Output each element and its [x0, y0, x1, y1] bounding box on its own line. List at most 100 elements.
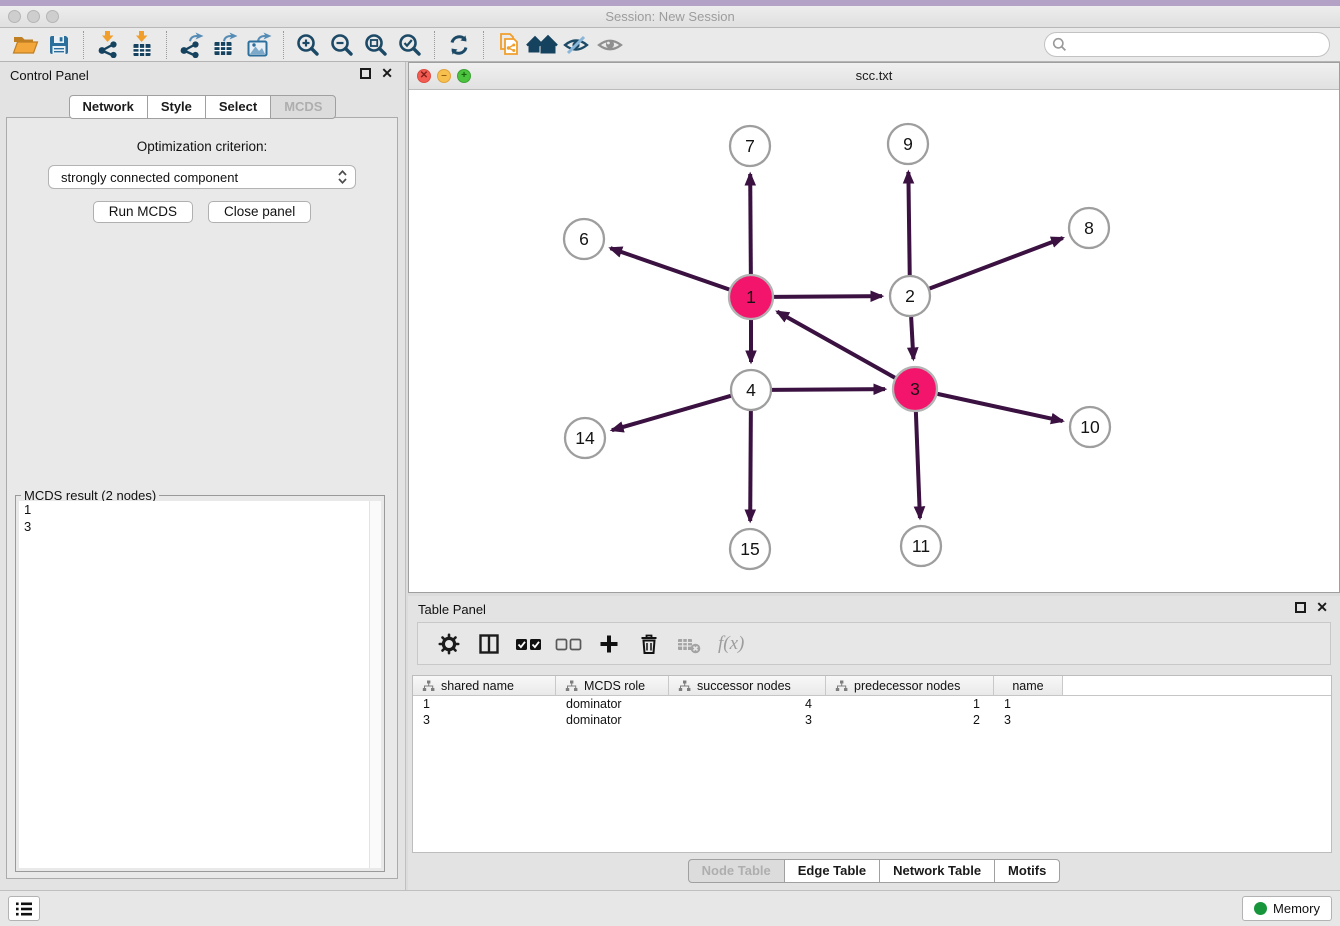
tab-select[interactable]: Select — [205, 95, 271, 119]
column-header-name[interactable]: name — [994, 676, 1063, 695]
tab-mcds[interactable]: MCDS — [270, 95, 336, 119]
add-row-icon[interactable] — [594, 629, 624, 659]
table-cell[interactable]: 2 — [826, 713, 994, 727]
tab-style[interactable]: Style — [147, 95, 206, 119]
result-item[interactable]: 1 — [19, 501, 381, 518]
run-mcds-button[interactable]: Run MCDS — [93, 201, 193, 223]
table-cell[interactable]: dominator — [556, 697, 669, 711]
mcds-panel: Optimization criterion: strongly connect… — [6, 117, 398, 879]
memory-label: Memory — [1273, 901, 1320, 916]
tab-network-table[interactable]: Network Table — [879, 859, 995, 883]
graph-node-label-7: 7 — [745, 136, 755, 156]
column-header-predecessor-nodes[interactable]: predecessor nodes — [826, 676, 994, 695]
export-image-icon[interactable] — [242, 30, 276, 60]
float-table-panel-icon[interactable] — [1295, 602, 1306, 613]
control-panel-title: Control Panel — [10, 68, 89, 83]
table-row[interactable]: 1dominator411 — [413, 696, 1331, 712]
graph-edge-2-9[interactable] — [908, 172, 909, 275]
graph-edge-4-3[interactable] — [772, 389, 885, 390]
graph-edge-1-7[interactable] — [750, 174, 751, 274]
close-table-panel-icon[interactable]: ✕ — [1316, 602, 1328, 613]
network-window-traffic-lights: ✕ – + — [417, 69, 471, 83]
zoom-fit-icon[interactable] — [359, 30, 393, 60]
houses-icon[interactable] — [525, 30, 559, 60]
tab-network[interactable]: Network — [69, 95, 148, 119]
column-header-MCDS-role[interactable]: MCDS role — [556, 676, 669, 695]
graph-edge-4-15[interactable] — [750, 411, 751, 521]
network-window-titlebar[interactable]: ✕ – + scc.txt — [409, 63, 1339, 90]
network-view-window: ✕ – + scc.txt 7968124314101511 — [408, 62, 1340, 593]
table-cell[interactable]: 3 — [994, 713, 1063, 727]
table-cell[interactable]: 1 — [994, 697, 1063, 711]
network-canvas[interactable]: 7968124314101511 — [409, 90, 1339, 592]
graph-edge-3-1[interactable] — [777, 312, 895, 378]
result-list-scrollbar[interactable] — [369, 501, 381, 868]
graph-edge-3-10[interactable] — [937, 394, 1062, 421]
table-cell[interactable]: 4 — [669, 697, 826, 711]
graph-edge-1-6[interactable] — [610, 248, 729, 289]
search-input[interactable] — [1067, 37, 1329, 52]
select-all-icon[interactable] — [514, 629, 544, 659]
mcds-result-group: MCDS result (2 nodes) 13 — [15, 495, 385, 872]
export-table-icon[interactable] — [208, 30, 242, 60]
graph-edge-2-3[interactable] — [911, 317, 913, 359]
eye-slash-icon[interactable] — [559, 30, 593, 60]
clone-network-icon[interactable] — [491, 30, 525, 60]
close-window-button[interactable] — [8, 10, 21, 23]
node-table[interactable]: shared name MCDS role successor nodesprede… — [412, 675, 1332, 853]
export-network-icon[interactable] — [174, 30, 208, 60]
refresh-icon[interactable] — [442, 30, 476, 60]
table-cell[interactable]: 3 — [413, 713, 556, 727]
minimize-window-button[interactable] — [27, 10, 40, 23]
task-history-button[interactable] — [8, 896, 40, 921]
graph-edge-1-2[interactable] — [774, 296, 882, 297]
close-panel-button[interactable]: Close panel — [208, 201, 311, 223]
result-item[interactable]: 3 — [19, 518, 381, 535]
table-cell[interactable]: dominator — [556, 713, 669, 727]
trash-icon[interactable] — [634, 629, 664, 659]
maximize-window-button[interactable] — [46, 10, 59, 23]
graph-edge-3-11[interactable] — [916, 412, 920, 518]
table-cell[interactable]: 3 — [669, 713, 826, 727]
optimization-criterion-select[interactable]: strongly connected component — [48, 165, 356, 189]
table-panel-title: Table Panel — [418, 602, 486, 617]
tab-motifs[interactable]: Motifs — [994, 859, 1060, 883]
import-network-icon[interactable] — [91, 30, 125, 60]
mcds-result-list[interactable]: 13 — [19, 501, 381, 868]
tree-column-icon — [678, 680, 691, 692]
column-header-successor-nodes[interactable]: successor nodes — [669, 676, 826, 695]
zoom-in-icon[interactable] — [291, 30, 325, 60]
graph-node-label-10: 10 — [1080, 417, 1100, 437]
import-table-icon[interactable] — [125, 30, 159, 60]
gear-icon[interactable] — [434, 629, 464, 659]
zoom-selected-icon[interactable] — [393, 30, 427, 60]
zoom-out-icon[interactable] — [325, 30, 359, 60]
open-session-icon[interactable] — [8, 30, 42, 60]
window-title: Session: New Session — [0, 6, 1340, 27]
table-row[interactable]: 3dominator323 — [413, 712, 1331, 728]
column-header-label: MCDS role — [584, 679, 645, 693]
minimize-network-button[interactable]: – — [437, 69, 451, 83]
memory-button[interactable]: Memory — [1242, 896, 1332, 921]
graph-node-label-1: 1 — [746, 287, 756, 307]
toolbar-separator — [83, 31, 84, 59]
toolbar-separator — [434, 31, 435, 59]
column-header-shared-name[interactable]: shared name — [413, 676, 556, 695]
close-panel-icon[interactable]: ✕ — [381, 68, 393, 79]
tab-node-table[interactable]: Node Table — [688, 859, 785, 883]
table-toolbar: f(x) — [417, 622, 1331, 665]
graph-edge-4-14[interactable] — [612, 396, 731, 430]
save-session-icon[interactable] — [42, 30, 76, 60]
graph-edge-2-8[interactable] — [930, 238, 1063, 289]
float-panel-icon[interactable] — [360, 68, 371, 79]
table-cell[interactable]: 1 — [413, 697, 556, 711]
tab-edge-table[interactable]: Edge Table — [784, 859, 880, 883]
search-field[interactable] — [1044, 32, 1330, 57]
network-graph[interactable]: 7968124314101511 — [409, 90, 1339, 592]
table-cell[interactable]: 1 — [826, 697, 994, 711]
maximize-network-button[interactable]: + — [457, 69, 471, 83]
eye-icon[interactable] — [593, 30, 627, 60]
unselect-all-icon[interactable] — [554, 629, 584, 659]
close-network-button[interactable]: ✕ — [417, 69, 431, 83]
columns-icon[interactable] — [474, 629, 504, 659]
